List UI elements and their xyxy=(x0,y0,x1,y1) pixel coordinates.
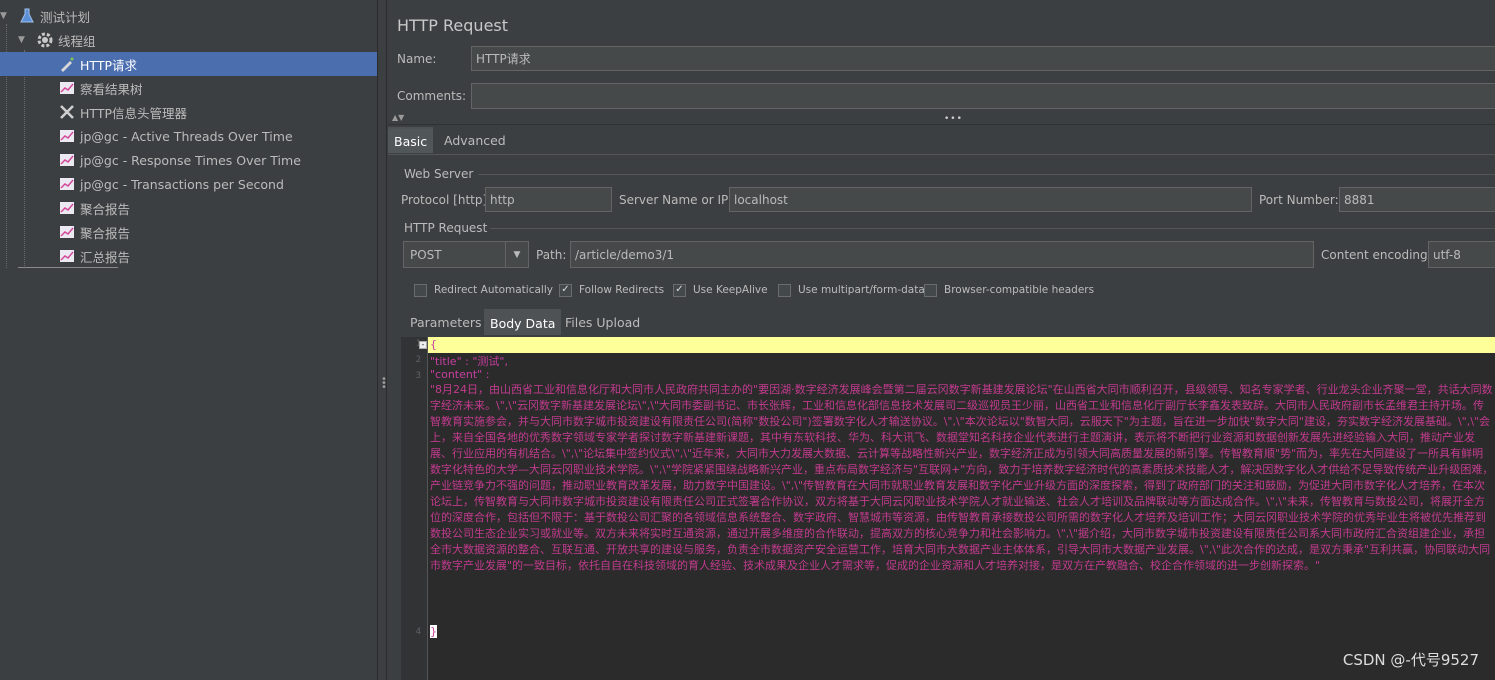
path-label: Path: xyxy=(536,248,567,262)
tree-node-label: jp@gc - Response Times Over Time xyxy=(80,152,301,168)
http-request-section-title: HTTP Request xyxy=(404,221,488,235)
tree-node-label: 聚合报告 xyxy=(80,225,131,241)
tree-node-label: 线程组 xyxy=(58,33,96,49)
tree-node-aggregate-report[interactable]: 聚合报告 xyxy=(58,196,130,220)
checkbox-box xyxy=(778,283,791,297)
method-select[interactable]: POST ▼ xyxy=(403,241,529,268)
checkbox-label: Use multipart/form-data xyxy=(798,284,925,296)
tree-node-label: HTTP请求 xyxy=(80,57,137,73)
graph-icon xyxy=(58,175,76,193)
checkbox-label: Use KeepAlive xyxy=(693,284,768,296)
divider-grip-icon[interactable]: ••• xyxy=(944,114,963,124)
redirect-automatically-checkbox[interactable]: Redirect Automatically xyxy=(414,282,553,298)
method-select-value: POST xyxy=(410,247,442,262)
checkbox-label: Follow Redirects xyxy=(579,284,665,296)
tree-node-label: jp@gc - Transactions per Second xyxy=(80,176,284,192)
divider xyxy=(388,124,1495,125)
expand-arrow-icon[interactable]: ▼ xyxy=(0,11,12,21)
tree-node-label: 汇总报告 xyxy=(80,249,131,265)
server-name-field[interactable]: localhost xyxy=(729,187,1252,212)
graph-icon xyxy=(58,223,76,241)
browser-compatible-headers-checkbox[interactable]: Browser-compatible headers xyxy=(924,282,1094,298)
tab-parameters[interactable]: Parameters xyxy=(404,309,488,335)
tree-node-aggregate-report-2[interactable]: 聚合报告 xyxy=(58,220,130,244)
graph-icon xyxy=(58,79,76,97)
gear-icon xyxy=(36,31,54,49)
body-data-editor[interactable]: 1 2 3 4 - { "title" : "测试", "content" : … xyxy=(401,337,1495,680)
chevron-down-icon[interactable]: ▼ xyxy=(505,242,528,267)
tab-body-data[interactable]: Body Data xyxy=(484,309,562,335)
line-number: 2 xyxy=(415,355,421,365)
content-encoding-label: Content encoding: xyxy=(1321,248,1432,262)
tree-node-test-plan[interactable]: ▼ 测试计划 xyxy=(0,4,377,28)
pipette-icon xyxy=(58,55,76,73)
name-field[interactable]: HTTP请求 xyxy=(471,46,1495,71)
collapse-arrows-icon[interactable]: ▲▼ xyxy=(392,113,404,122)
check-icon: ✓ xyxy=(559,283,572,297)
section-divider xyxy=(490,228,1495,229)
graph-icon xyxy=(58,151,76,169)
checkbox-box xyxy=(414,283,427,297)
protocol-label: Protocol [http]: xyxy=(401,193,492,207)
graph-icon xyxy=(58,247,76,265)
tree-node-thread-group[interactable]: ▼ 线程组 xyxy=(18,28,377,52)
check-icon: ✓ xyxy=(673,283,686,297)
comments-label: Comments: xyxy=(397,89,467,103)
content-encoding-field[interactable]: utf-8 xyxy=(1428,241,1495,268)
code-line-1: { xyxy=(430,338,437,351)
graph-icon xyxy=(58,199,76,217)
panel-splitter[interactable]: • • • xyxy=(378,0,387,680)
comments-field[interactable] xyxy=(471,83,1495,109)
tree-node-summary-report[interactable]: 汇总报告 xyxy=(58,244,130,268)
page-title: HTTP Request xyxy=(397,16,509,35)
expand-arrow-icon[interactable]: ▼ xyxy=(18,35,30,45)
tree-node-label: HTTP信息头管理器 xyxy=(80,105,187,121)
tree-node-response-times[interactable]: jp@gc - Response Times Over Time xyxy=(58,148,301,172)
name-label: Name: xyxy=(397,52,437,66)
tree-node-view-results-tree[interactable]: 察看结果树 xyxy=(58,76,143,100)
tree-node-label: 聚合报告 xyxy=(80,201,131,217)
port-number-field[interactable]: 8881 xyxy=(1339,187,1495,212)
graph-icon xyxy=(58,127,76,145)
tree-node-active-threads[interactable]: jp@gc - Active Threads Over Time xyxy=(58,124,293,148)
http-request-panel: HTTP Request Name: HTTP请求 Comments: ▲▼ •… xyxy=(388,0,1495,680)
follow-redirects-checkbox[interactable]: ✓ Follow Redirects xyxy=(559,282,664,298)
path-field[interactable]: /article/demo3/1 xyxy=(570,241,1314,268)
checkbox-label: Browser-compatible headers xyxy=(944,284,1095,296)
tree-node-label: 察看结果树 xyxy=(80,81,143,97)
tree-node-label: jp@gc - Active Threads Over Time xyxy=(80,128,293,144)
fold-collapse-icon[interactable]: - xyxy=(419,341,427,349)
section-divider xyxy=(478,174,1495,175)
line-number: 3 xyxy=(415,371,421,381)
tree-node-http-request[interactable]: HTTP请求 xyxy=(0,52,377,76)
tab-basic[interactable]: Basic xyxy=(388,127,433,153)
wrench-icon xyxy=(58,103,76,121)
protocol-field[interactable]: http xyxy=(485,187,612,212)
port-number-label: Port Number: xyxy=(1259,193,1339,207)
splitter-grip-icon: • • • xyxy=(381,374,387,393)
test-plan-tree[interactable]: ▼ 测试计划 ▼ 线程组 HTTP请求 察看结果树 HTTP信息头管理器 jp@… xyxy=(0,0,378,680)
use-multipart-checkbox[interactable]: Use multipart/form-data xyxy=(778,282,925,298)
web-server-section-title: Web Server xyxy=(404,167,474,181)
tab-advanced[interactable]: Advanced xyxy=(438,127,512,153)
content-string: "8月24日，由山西省工业和信息化厅和大同市人民政府共同主办的"要因湖·数字经济… xyxy=(430,383,1494,572)
current-line-highlight xyxy=(428,337,1495,353)
line-number: 1 xyxy=(401,339,421,349)
tree-node-label: 测试计划 xyxy=(40,9,91,25)
tab-files-upload[interactable]: Files Upload xyxy=(559,309,646,335)
tree-node-header-manager[interactable]: HTTP信息头管理器 xyxy=(58,100,187,124)
code-line-4: } xyxy=(430,625,437,638)
code-line-2: "title" : "测试", xyxy=(430,355,508,368)
watermark: CSDN @-代号9527 xyxy=(1342,651,1479,669)
code-line-3: "content" : xyxy=(430,368,490,381)
use-keepalive-checkbox[interactable]: ✓ Use KeepAlive xyxy=(673,282,768,298)
server-name-label: Server Name or IP: xyxy=(619,193,733,207)
line-number-gutter: 1 2 3 4 - xyxy=(401,337,428,680)
line-number: 4 xyxy=(415,627,421,637)
checkbox-label: Redirect Automatically xyxy=(434,284,553,296)
checkbox-box xyxy=(924,283,937,297)
tab-underline xyxy=(388,154,1495,155)
flask-icon xyxy=(18,7,36,25)
tree-node-transactions[interactable]: jp@gc - Transactions per Second xyxy=(58,172,284,196)
